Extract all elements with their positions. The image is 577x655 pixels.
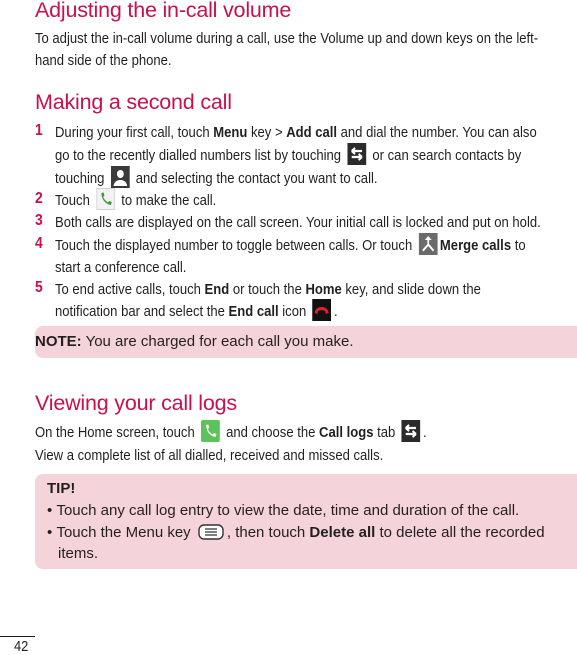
phone-app-icon <box>200 420 220 442</box>
step-1-line-1: During your first call, touch Menu key >… <box>55 124 537 141</box>
tip-item: • Touch the Menu key , then touch Delete… <box>47 524 545 541</box>
step-1-line-2: go to the recently dialled numbers list … <box>55 143 521 167</box>
contacts-icon <box>110 166 130 188</box>
call-logs-line-2: View a complete list of all dialled, rec… <box>35 447 384 464</box>
note-text: NOTE: You are charged for each call you … <box>35 333 354 350</box>
section-title-second-call: Making a second call <box>35 90 232 114</box>
section-title-call-logs: Viewing your call logs <box>35 391 237 415</box>
step-3: Both calls are displayed on the call scr… <box>55 214 541 231</box>
step-4-line-2: start a conference call. <box>55 259 187 276</box>
note-box: NOTE: You are charged for each call you … <box>35 326 577 358</box>
step-number: 4 <box>35 235 43 252</box>
tip-item-continued: items. <box>58 545 99 562</box>
step-1-line-3: touching and selecting the contact you w… <box>55 166 378 190</box>
paragraph: To adjust the in-call volume during a ca… <box>35 30 539 47</box>
menu-key-icon <box>198 524 224 540</box>
step-number: 5 <box>35 279 43 296</box>
call-logs-line-1: On the Home screen, touch and choose the… <box>35 420 427 444</box>
step-number: 1 <box>35 122 43 139</box>
end-call-icon <box>312 299 332 321</box>
section-title-volume: Adjusting the in-call volume <box>35 0 292 22</box>
merge-calls-icon <box>418 233 438 255</box>
step-4-line-1: Touch the displayed number to toggle bet… <box>55 233 526 257</box>
tip-label: TIP! <box>47 480 76 497</box>
tip-box: TIP! • Touch any call log entry to view … <box>35 474 577 569</box>
step-2: Touch to make the call. <box>55 188 216 212</box>
page-divider <box>0 636 35 637</box>
step-number: 3 <box>35 212 43 229</box>
phone-icon <box>96 188 115 210</box>
step-number: 2 <box>35 190 43 207</box>
step-5-line-2: notification bar and select the End call… <box>55 299 338 323</box>
tip-item: • Touch any call log entry to view the d… <box>47 502 520 519</box>
step-5-line-1: To end active calls, touch End or touch … <box>55 281 481 298</box>
call-logs-swap-icon <box>347 143 367 165</box>
call-logs-tab-icon <box>401 420 421 442</box>
page-number: 42 <box>14 638 29 655</box>
paragraph: hand side of the phone. <box>35 52 172 69</box>
